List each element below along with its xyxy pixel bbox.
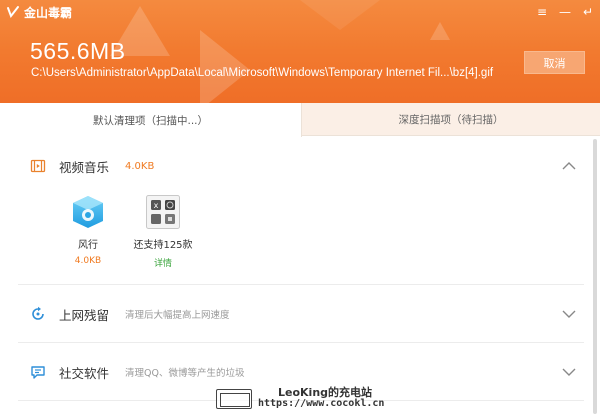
decor-triangle — [430, 22, 450, 40]
chevron-up-icon[interactable] — [562, 161, 576, 171]
tab-default-clean[interactable]: 默认清理项（扫描中...） — [0, 103, 302, 137]
scan-tabs: 默认清理项（扫描中...） 深度扫描项（待扫描） — [0, 103, 600, 137]
scrollbar[interactable] — [593, 139, 597, 414]
tab-deep-scan[interactable]: 深度扫描项（待扫描） — [302, 103, 600, 136]
section-title: 社交软件 — [59, 365, 110, 381]
section-title: 视频音乐 — [59, 159, 110, 175]
scan-size-total: 565.6MB — [30, 38, 126, 64]
divider — [18, 342, 584, 343]
header-banner: 金山毒霸 ≡ — ↵ 565.6MB C:\Users\Administrato… — [0, 0, 600, 103]
app-logo-text: 金山毒霸 — [24, 5, 73, 20]
app-grid-icon: x — [146, 195, 180, 229]
watermark: LeoKing的充电站 https://www.cocokl.cn — [214, 381, 384, 415]
watermark-url: https://www.cocokl.cn — [258, 398, 385, 409]
scan-current-path: C:\Users\Administrator\AppData\Local\Mic… — [31, 67, 494, 79]
section-title: 上网残留 — [59, 307, 110, 323]
film-icon — [30, 159, 46, 173]
item-name: 还支持125款 — [133, 240, 193, 251]
section-subtitle: 清理QQ、微博等产生的垃圾 — [125, 368, 245, 379]
duba-logo-icon — [7, 6, 19, 19]
app-logo: 金山毒霸 — [6, 4, 72, 21]
cancel-button[interactable]: 取消 — [524, 51, 585, 74]
clean-item-more-apps[interactable]: x 还支持125款 详情 — [128, 194, 198, 269]
section-subtitle: 清理后大幅提高上网速度 — [125, 310, 230, 321]
chevron-down-icon[interactable] — [562, 309, 576, 319]
back-icon[interactable]: ↵ — [580, 4, 596, 20]
scan-results-panel: 视频音乐 4.0KB 风行 4.0KB x 还支持125款 详情 上网残留 清理… — [0, 137, 600, 420]
chevron-down-icon[interactable] — [562, 367, 576, 377]
chat-icon — [31, 366, 45, 379]
refresh-icon — [32, 306, 44, 320]
clean-item-fengxing[interactable]: 风行 4.0KB — [53, 194, 123, 266]
watermark-logo — [216, 389, 252, 409]
divider — [18, 284, 584, 285]
fengxing-icon — [73, 196, 103, 228]
section-video-music[interactable]: 视频音乐 4.0KB — [0, 146, 590, 186]
section-size: 4.0KB — [125, 160, 155, 172]
svg-text:x: x — [154, 201, 159, 210]
item-size: 4.0KB — [74, 256, 102, 266]
item-name: 风行 — [78, 240, 98, 251]
title-bar: 金山毒霸 ≡ — ↵ — [0, 0, 600, 24]
menu-icon[interactable]: ≡ — [534, 4, 550, 20]
minimize-icon[interactable]: — — [557, 4, 573, 20]
item-detail-link[interactable]: 详情 — [154, 256, 172, 269]
section-web-traces[interactable]: 上网残留 清理后大幅提高上网速度 — [0, 294, 590, 334]
